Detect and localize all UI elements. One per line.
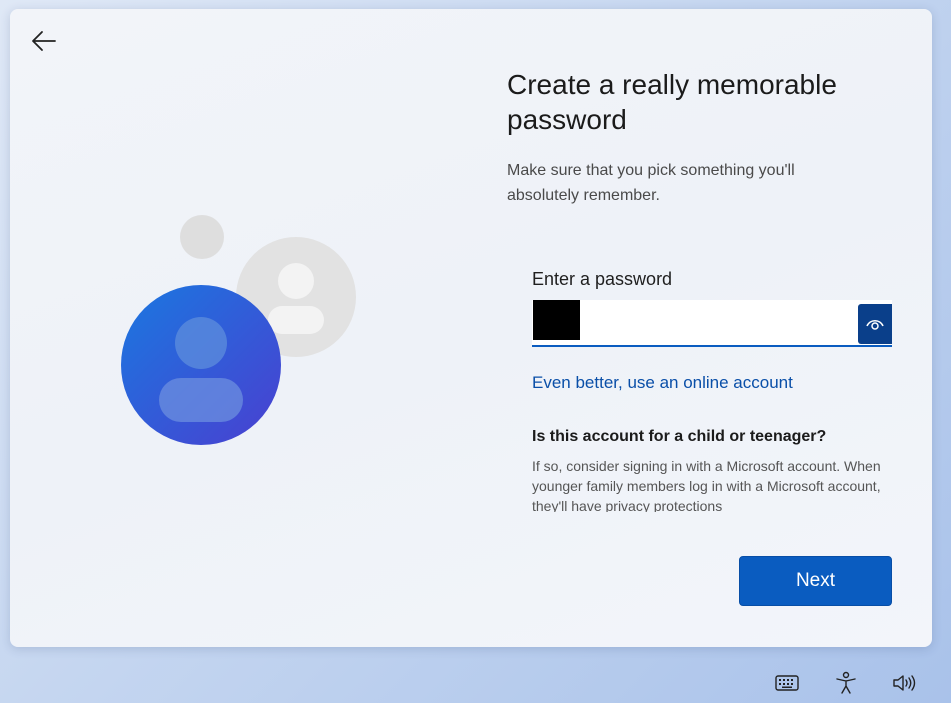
next-button[interactable]: Next	[739, 556, 892, 606]
back-arrow-icon	[32, 31, 56, 51]
small-avatar-dot	[180, 215, 224, 259]
online-account-link[interactable]: Even better, use an online account	[532, 373, 793, 393]
volume-button[interactable]	[890, 668, 920, 698]
oobe-dialog: Create a really memorable password Make …	[10, 9, 932, 647]
child-account-heading: Is this account for a child or teenager?	[532, 428, 827, 445]
accessibility-button[interactable]	[831, 668, 861, 698]
eye-icon	[866, 320, 884, 330]
password-input[interactable]	[532, 300, 892, 347]
page-subtitle: Make sure that you pick something you'll…	[507, 162, 795, 204]
reveal-password-button[interactable]	[858, 304, 892, 344]
user-accounts-illustration	[121, 215, 356, 445]
child-account-description: If so, consider signing in with a Micros…	[532, 458, 881, 512]
keyboard-button[interactable]	[772, 668, 802, 698]
back-button[interactable]	[28, 27, 60, 55]
password-redaction	[533, 300, 580, 340]
page-title: Create a really memorable password	[507, 69, 837, 135]
keyboard-icon	[775, 675, 799, 691]
volume-icon	[893, 675, 916, 691]
accessibility-icon	[836, 671, 856, 694]
password-label: Enter a password	[532, 269, 673, 289]
